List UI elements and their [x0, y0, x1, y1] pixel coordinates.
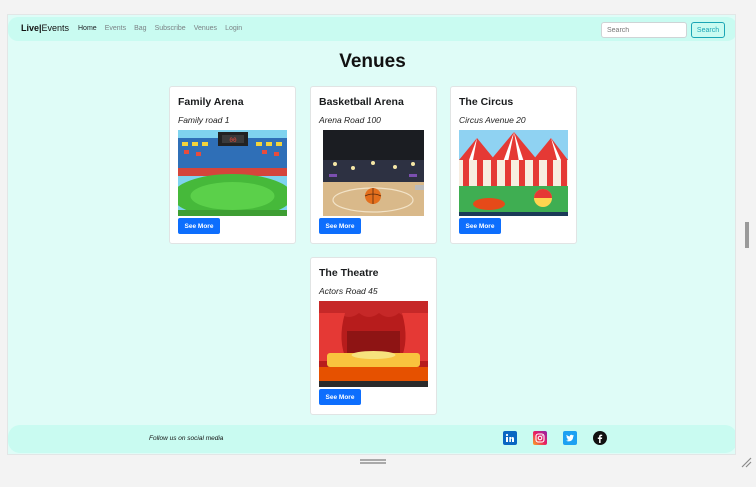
venue-name: Basketball Arena [319, 96, 404, 108]
venue-card-family-arena: Family Arena Family road 1 00 See More [169, 86, 296, 244]
instagram-icon[interactable] [533, 431, 547, 445]
venue-card-the-circus: The Circus Circus Avenue 20 See More [450, 86, 577, 244]
venue-address: Family road 1 [178, 115, 230, 125]
nav-link-login[interactable]: Login [225, 25, 242, 32]
svg-text:00: 00 [229, 137, 237, 144]
search-input[interactable] [601, 22, 687, 38]
nav-link-home[interactable]: Home [78, 25, 97, 32]
see-more-button[interactable]: See More [319, 389, 361, 405]
brand-rest: Events [41, 23, 70, 33]
venue-name: The Theatre [319, 267, 379, 279]
brand-logo[interactable]: Live|Events [21, 23, 69, 33]
see-more-button[interactable]: See More [178, 218, 220, 234]
brand-bold: Live [21, 23, 40, 33]
venue-image-basketball-arena [323, 130, 424, 216]
see-more-button[interactable]: See More [459, 218, 501, 234]
footer: Follow us on social media [8, 425, 735, 453]
search-button[interactable]: Search [691, 22, 725, 38]
venue-card-the-theatre: The Theatre Actors Road 45 See More [310, 257, 437, 415]
page-title: Venues [339, 51, 406, 72]
vertical-resize-handle[interactable] [745, 222, 749, 248]
venue-address: Actors Road 45 [319, 286, 378, 296]
facebook-icon[interactable] [593, 431, 607, 445]
nav-link-bag[interactable]: Bag [134, 25, 146, 32]
venue-name: The Circus [459, 96, 514, 108]
browser-viewport: Live|Events Home Events Bag Subscribe Ve… [7, 14, 736, 455]
follow-text: Follow us on social media [149, 435, 224, 442]
nav-link-subscribe[interactable]: Subscribe [155, 25, 186, 32]
nav-link-events[interactable]: Events [105, 25, 126, 32]
venue-image-the-circus [459, 130, 568, 216]
linkedin-icon[interactable] [503, 431, 517, 445]
navbar: Live|Events Home Events Bag Subscribe Ve… [8, 17, 735, 41]
corner-resize-grip-icon[interactable] [740, 455, 752, 473]
nav-link-venues[interactable]: Venues [194, 25, 217, 32]
horizontal-resize-handle[interactable] [360, 459, 386, 464]
venue-address: Circus Avenue 20 [459, 115, 526, 125]
venue-card-basketball-arena: Basketball Arena Arena Road 100 See More [310, 86, 437, 244]
venue-image-the-theatre [319, 301, 428, 387]
twitter-icon[interactable] [563, 431, 577, 445]
venue-image-family-arena: 00 [178, 130, 287, 216]
venue-address: Arena Road 100 [319, 115, 381, 125]
venue-name: Family Arena [178, 96, 244, 108]
nav-links: Home Events Bag Subscribe Venues Login [78, 25, 242, 32]
see-more-button[interactable]: See More [319, 218, 361, 234]
